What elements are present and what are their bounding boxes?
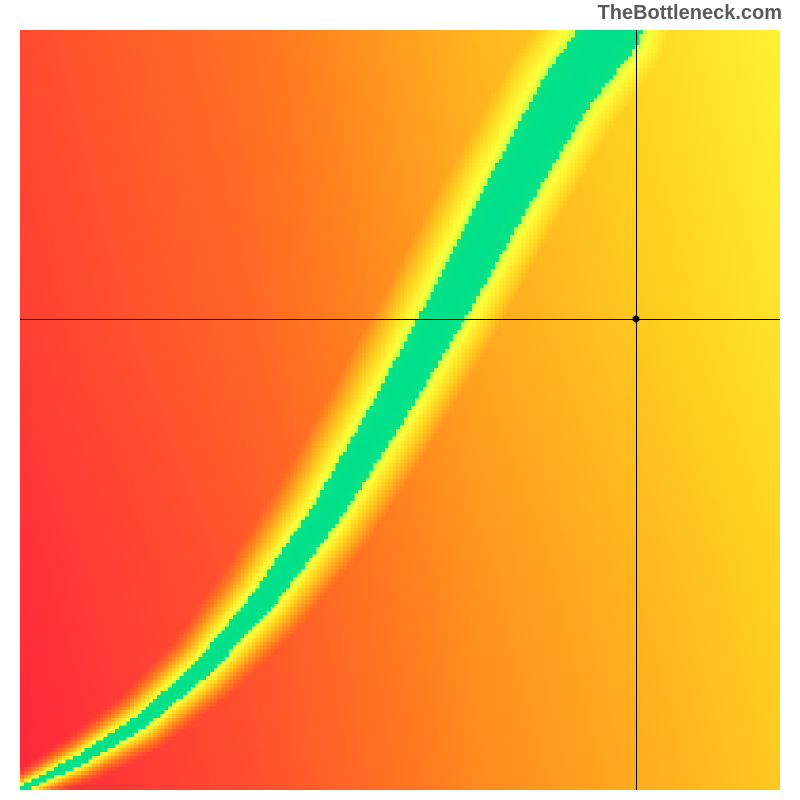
watermark-text: TheBottleneck.com (598, 2, 782, 25)
heatmap-canvas (20, 30, 780, 790)
crosshair-vertical (636, 30, 637, 790)
marker-dot (632, 315, 639, 322)
crosshair-horizontal (20, 319, 780, 320)
heatmap-plot (20, 30, 780, 790)
